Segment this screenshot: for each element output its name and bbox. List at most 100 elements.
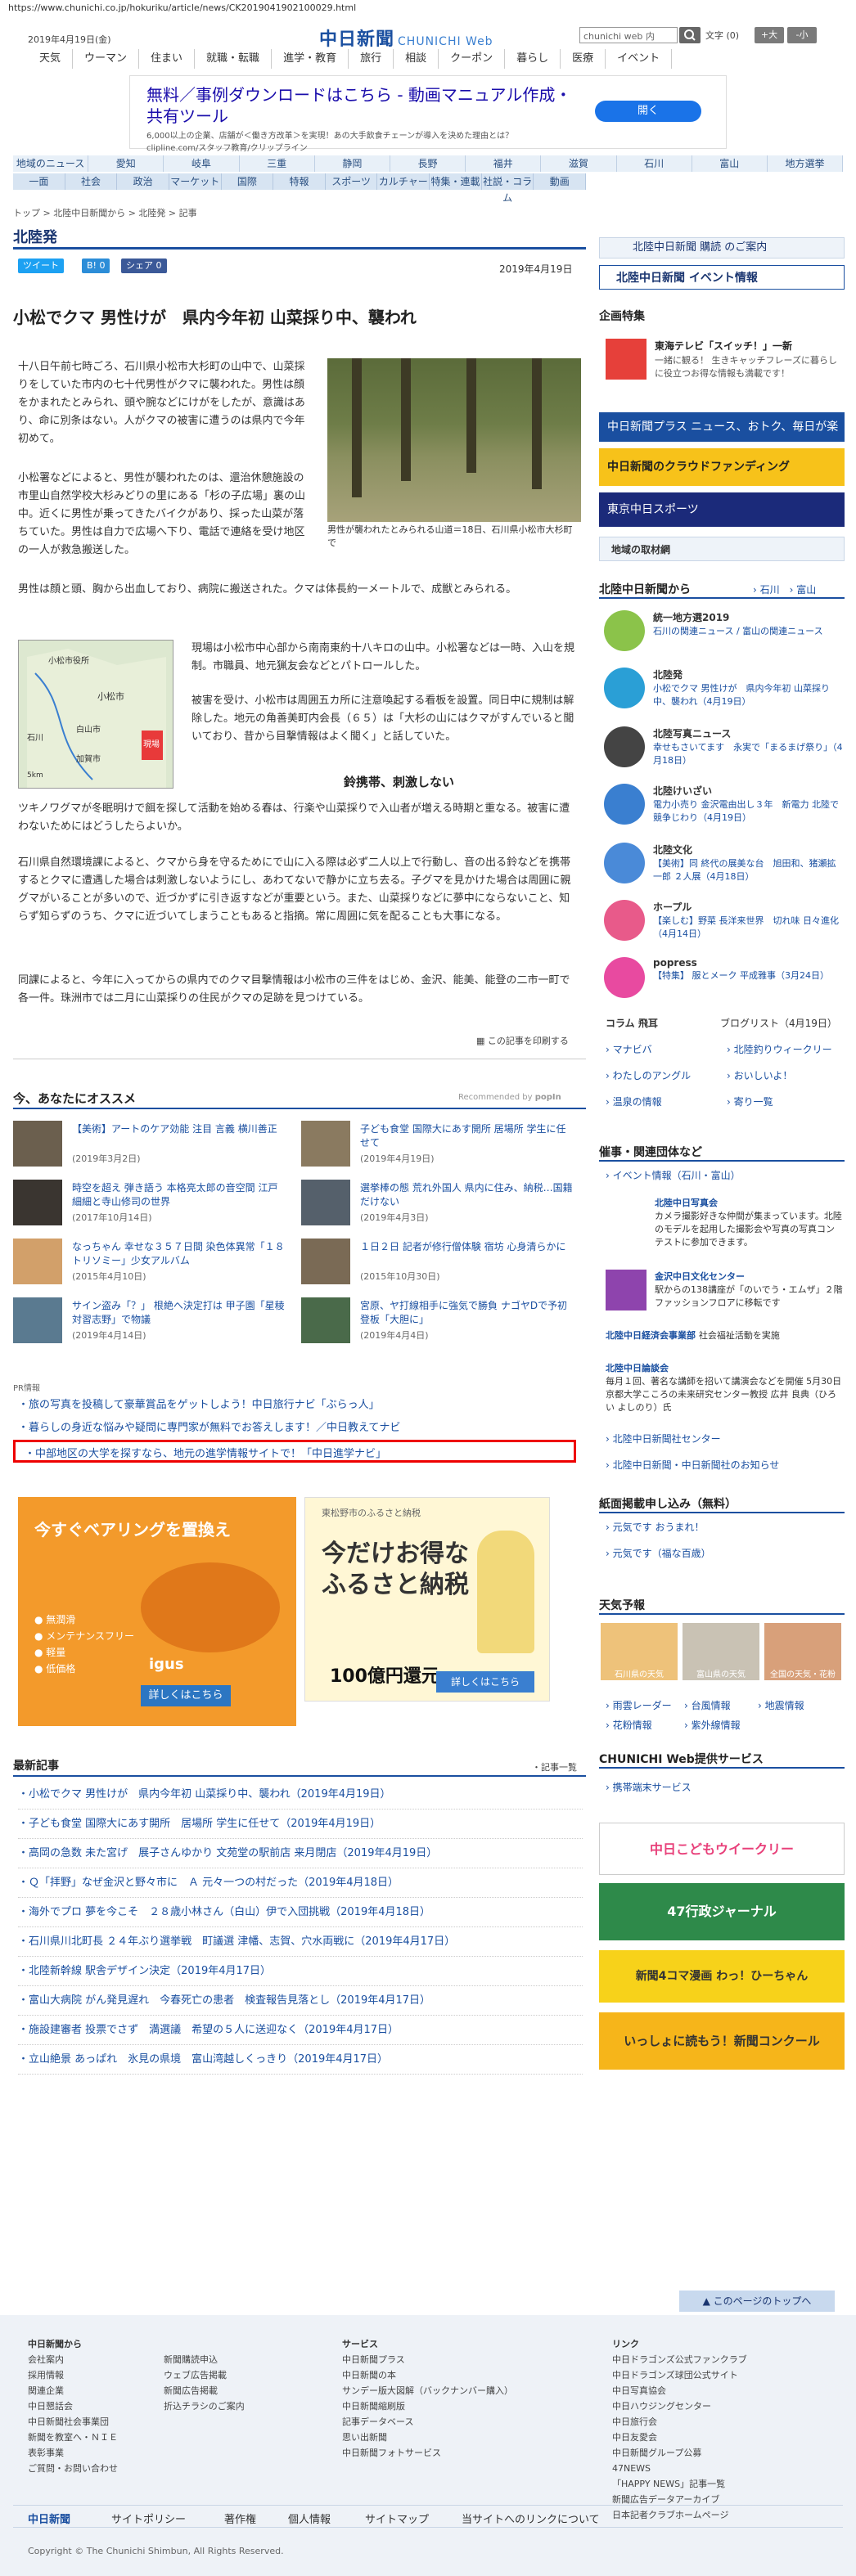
sidebar-link[interactable]: › わたしのアングル — [606, 1068, 691, 1082]
region-nav-item[interactable]: 地方選挙 — [768, 155, 844, 172]
back-to-top-button[interactable]: ▲ このページのトップへ — [679, 2291, 835, 2312]
top-nav-item[interactable]: 進学・教育 — [272, 49, 349, 69]
footer-link[interactable]: 中日旅行会 — [612, 2414, 747, 2430]
event-link[interactable]: › イベント情報（石川・富山） — [606, 1168, 741, 1182]
top-nav-item[interactable]: 相談 — [394, 49, 439, 69]
hokuriku-links[interactable]: › 石川 › 富山 — [753, 582, 816, 596]
region-nav-item[interactable]: 滋賀 — [541, 155, 617, 172]
top-nav-item[interactable]: 天気 — [28, 49, 74, 69]
footer-link[interactable]: 「HAPPY NEWS」記事一覧 — [612, 2476, 747, 2492]
region-nav-item[interactable]: 地域のニュース — [13, 155, 89, 172]
footer-link[interactable]: 中日懇話会 — [28, 2398, 118, 2414]
region-nav-item[interactable]: 愛知 — [88, 155, 164, 172]
saiji-item[interactable]: 北陸中日論談会 毎月１回、著名な講師を招いて講演会などを開催 5月30日 京都大学… — [606, 1361, 843, 1414]
region-nav-item[interactable]: 長野 — [390, 155, 466, 172]
weather-ishikawa[interactable]: 石川県の天気 — [601, 1623, 678, 1680]
footer-link[interactable]: 47NEWS — [612, 2461, 747, 2476]
weather-link[interactable]: › 雨雲レーダー — [606, 1698, 672, 1712]
sidebar-news-item[interactable]: ホープル 【楽しむ】野菜 長洋来世界 切れ味 日々進化（4月14日） — [653, 900, 843, 940]
facebook-share-button[interactable]: シェア 0 — [121, 258, 167, 273]
search-button[interactable] — [679, 27, 701, 43]
top-nav-item[interactable]: クーポン — [439, 49, 506, 69]
sidebar-link[interactable]: › 北陸中日新聞・中日新聞社のお知らせ — [606, 1458, 779, 1472]
region-nav-item[interactable]: 静岡 — [315, 155, 390, 172]
footer-bar-link[interactable]: 個人情報 — [288, 2511, 331, 2526]
latest-item[interactable]: ・立山絶景 あっぱれ 氷見の県境 富山湾越しくっきり（2019年4月17日） — [18, 2045, 583, 2075]
footer-link[interactable]: 新聞を教室へ・ＮＩＥ — [28, 2430, 118, 2445]
top-nav-item[interactable]: 住まい — [139, 49, 196, 69]
plus-banner[interactable]: 中日新聞プラス ニュース、おトク、毎日が楽しく — [599, 412, 845, 463]
region-nav-item[interactable]: 福井 — [466, 155, 542, 172]
latest-item[interactable]: ・小松でクマ 男性けが 県内今年初 山菜採り中、襲われ（2019年4月19日） — [18, 1780, 583, 1809]
recommend-item[interactable]: １日２日 記者が修行僧体験 宿坊 心身清らかに (2015年10月30日) — [301, 1239, 579, 1294]
top-nav-item[interactable]: 旅行 — [349, 49, 394, 69]
footer-link[interactable]: 中日新聞フォトサービス — [342, 2445, 513, 2461]
saiji-item[interactable]: 金沢中日文化センター 駅からの138講座が「のいでう・エムザ」２階ファッションフロ… — [655, 1270, 843, 1309]
weather-link[interactable]: › 台風情報 — [684, 1698, 731, 1712]
saiji-item[interactable]: 北陸中日経済会事業部 社会福祉活動を実施 — [606, 1328, 843, 1342]
region-nav-item[interactable]: 岐阜 — [164, 155, 240, 172]
topic-nav-item[interactable]: 特集・連載 — [430, 173, 482, 190]
contest-banner[interactable]: いっしょに読もう！新聞コンクール — [599, 2012, 845, 2070]
region-nav-item[interactable]: 富山 — [692, 155, 768, 172]
latest-item[interactable]: ・北陸新幹線 駅舎デザイン決定（2019年4月17日） — [18, 1957, 583, 1986]
sidebar-link[interactable]: › おいしいよ！ — [727, 1068, 792, 1082]
region-nav-item[interactable]: 三重 — [240, 155, 315, 172]
shimen-link[interactable]: › 元気です（福な百歳） — [606, 1546, 711, 1560]
tweet-button[interactable]: ツイート — [18, 258, 64, 273]
latest-item[interactable]: ・富山大病院 がん発見遅れ 今春死亡の患者 検査報告見落とし（2019年4月17… — [18, 1986, 583, 2016]
sidebar-link[interactable]: › マナビバ — [606, 1042, 652, 1056]
ad-title[interactable]: 無料／事例ダウンロードはこちら - 動画マニュアル作成・共有ツール — [146, 84, 572, 127]
sidebar-news-item[interactable]: 北陸写真ニュース 幸せもさいてます 永実で「まるまげ祭り」（4月18日） — [653, 726, 843, 767]
footer-link[interactable]: 記事データベース — [342, 2414, 513, 2430]
top-nav-item[interactable]: ウーマン — [73, 49, 140, 69]
kikaku-item-title[interactable]: 東海テレビ「スイッチ！」一新 — [655, 339, 843, 353]
sidebar-news-item[interactable]: 北陸けいざい 電力小売り 金沢電由出し３年 新電力 北陸で競争じわり（4月19日） — [653, 784, 843, 824]
top-nav-item[interactable]: 暮らし — [505, 49, 561, 69]
recommend-item[interactable]: 子ども食堂 国際大にあす開所 居場所 学生に任せて (2019年4月19日) — [301, 1121, 579, 1176]
blog-link[interactable]: ブログリスト（4月19日） — [720, 1016, 837, 1030]
weather-link[interactable]: › 花粉情報 — [606, 1718, 652, 1732]
footer-link[interactable]: 中日ドラゴンズ球団公式サイト — [612, 2367, 747, 2383]
topic-nav-item[interactable]: 社会 — [65, 173, 118, 190]
bearing-ad[interactable]: 今すぐベアリングを置換え igus ● 無潤滑 ● メンテナンスフリー ● 軽量… — [18, 1497, 296, 1726]
topic-nav-item[interactable]: 一面 — [13, 173, 65, 190]
sidebar-news-item[interactable]: 北陸文化 【美術】同 終代の展美な台 旭田和、猪瀬拡一郎 ２人展（4月18日） — [653, 843, 843, 883]
ad-details-button[interactable]: 詳しくはこちら — [436, 1671, 534, 1693]
font-smaller-button[interactable]: -小 — [787, 27, 817, 43]
topic-nav-item[interactable]: マーケット — [169, 173, 222, 190]
topic-nav-item[interactable]: 社説・コラム — [482, 173, 534, 204]
kodomo-weekly-banner[interactable]: 中日こどもウイークリー — [599, 1823, 845, 1875]
footer-logo[interactable]: 中日新聞 — [28, 2511, 70, 2526]
footer-link[interactable]: 関連企業 — [28, 2383, 118, 2398]
subscribe-banner[interactable]: 北陸中日新聞 購読 のご案内 — [599, 237, 845, 258]
footer-link[interactable]: 中日友愛会 — [612, 2430, 747, 2445]
pr-link[interactable]: ・暮らしの身近な悩みや疑問に専門家が無料でお答えします！／中日教えてナビ — [18, 1418, 400, 1434]
footer-bar-link[interactable]: 当サイトへのリンクについて — [462, 2511, 600, 2526]
service-link[interactable]: › 携帯端末サービス — [606, 1780, 692, 1794]
topic-nav-item[interactable]: 動画 — [534, 173, 587, 190]
top-nav-item[interactable]: 医療 — [561, 49, 606, 69]
saiji-item[interactable]: 北陸中日写真会 カメラ撮影好きな仲間が集まっています。北陸のモデルを起用した撮影会… — [655, 1196, 843, 1248]
footer-link[interactable]: 中日新聞社会事業団 — [28, 2414, 118, 2430]
sidebar-link[interactable]: › 寄り一覧 — [727, 1095, 773, 1108]
crowdfunding-banner[interactable]: 中日新聞のクラウドファンディング — [599, 448, 845, 486]
top-nav-item[interactable]: イベント — [606, 49, 673, 69]
recommend-item[interactable]: 【美術】アートのケア効能 注目 言義 横川善正 (2019年3月2日) — [13, 1121, 291, 1176]
footer-link[interactable]: 中日新聞の本 — [342, 2367, 513, 2383]
ad-open-button[interactable]: 開く — [595, 101, 701, 122]
latest-item[interactable]: ・石川県川北町長 ２４年ぶり選挙戦 町議選 津幡、志賀、穴水両戦に（2019年4… — [18, 1927, 583, 1957]
footer-link[interactable]: 新聞広告掲載 — [164, 2383, 245, 2398]
top-nav-item[interactable]: 就職・転職 — [195, 49, 273, 69]
manga-banner[interactable]: 新聞4コマ漫画 わっ！ひーちゃん — [599, 1950, 845, 2003]
weather-link[interactable]: › 紫外線情報 — [684, 1718, 741, 1732]
weather-toyama[interactable]: 富山県の天気 — [683, 1623, 759, 1680]
footer-link[interactable]: 中日新聞グループ公募 — [612, 2445, 747, 2461]
weather-national[interactable]: 全国の天気・花粉 — [764, 1623, 841, 1680]
recommend-item[interactable]: 宮原、ヤ打線相手に強気で勝負 ナゴヤDで予初登板「大胆に」 (2019年4月4日) — [301, 1297, 579, 1353]
footer-link[interactable]: 中日写真協会 — [612, 2383, 747, 2398]
tochu-banner[interactable]: 東京中日スポーツ — [599, 492, 845, 527]
recommend-item[interactable]: なっちゃん 幸せな３５７日間 染色体異常「１８トリソミー」少女アルバム (2015… — [13, 1239, 291, 1294]
events-banner[interactable]: 北陸中日新聞 イベント情報 — [599, 265, 845, 290]
footer-bar-link[interactable]: サイトマップ — [365, 2511, 429, 2526]
